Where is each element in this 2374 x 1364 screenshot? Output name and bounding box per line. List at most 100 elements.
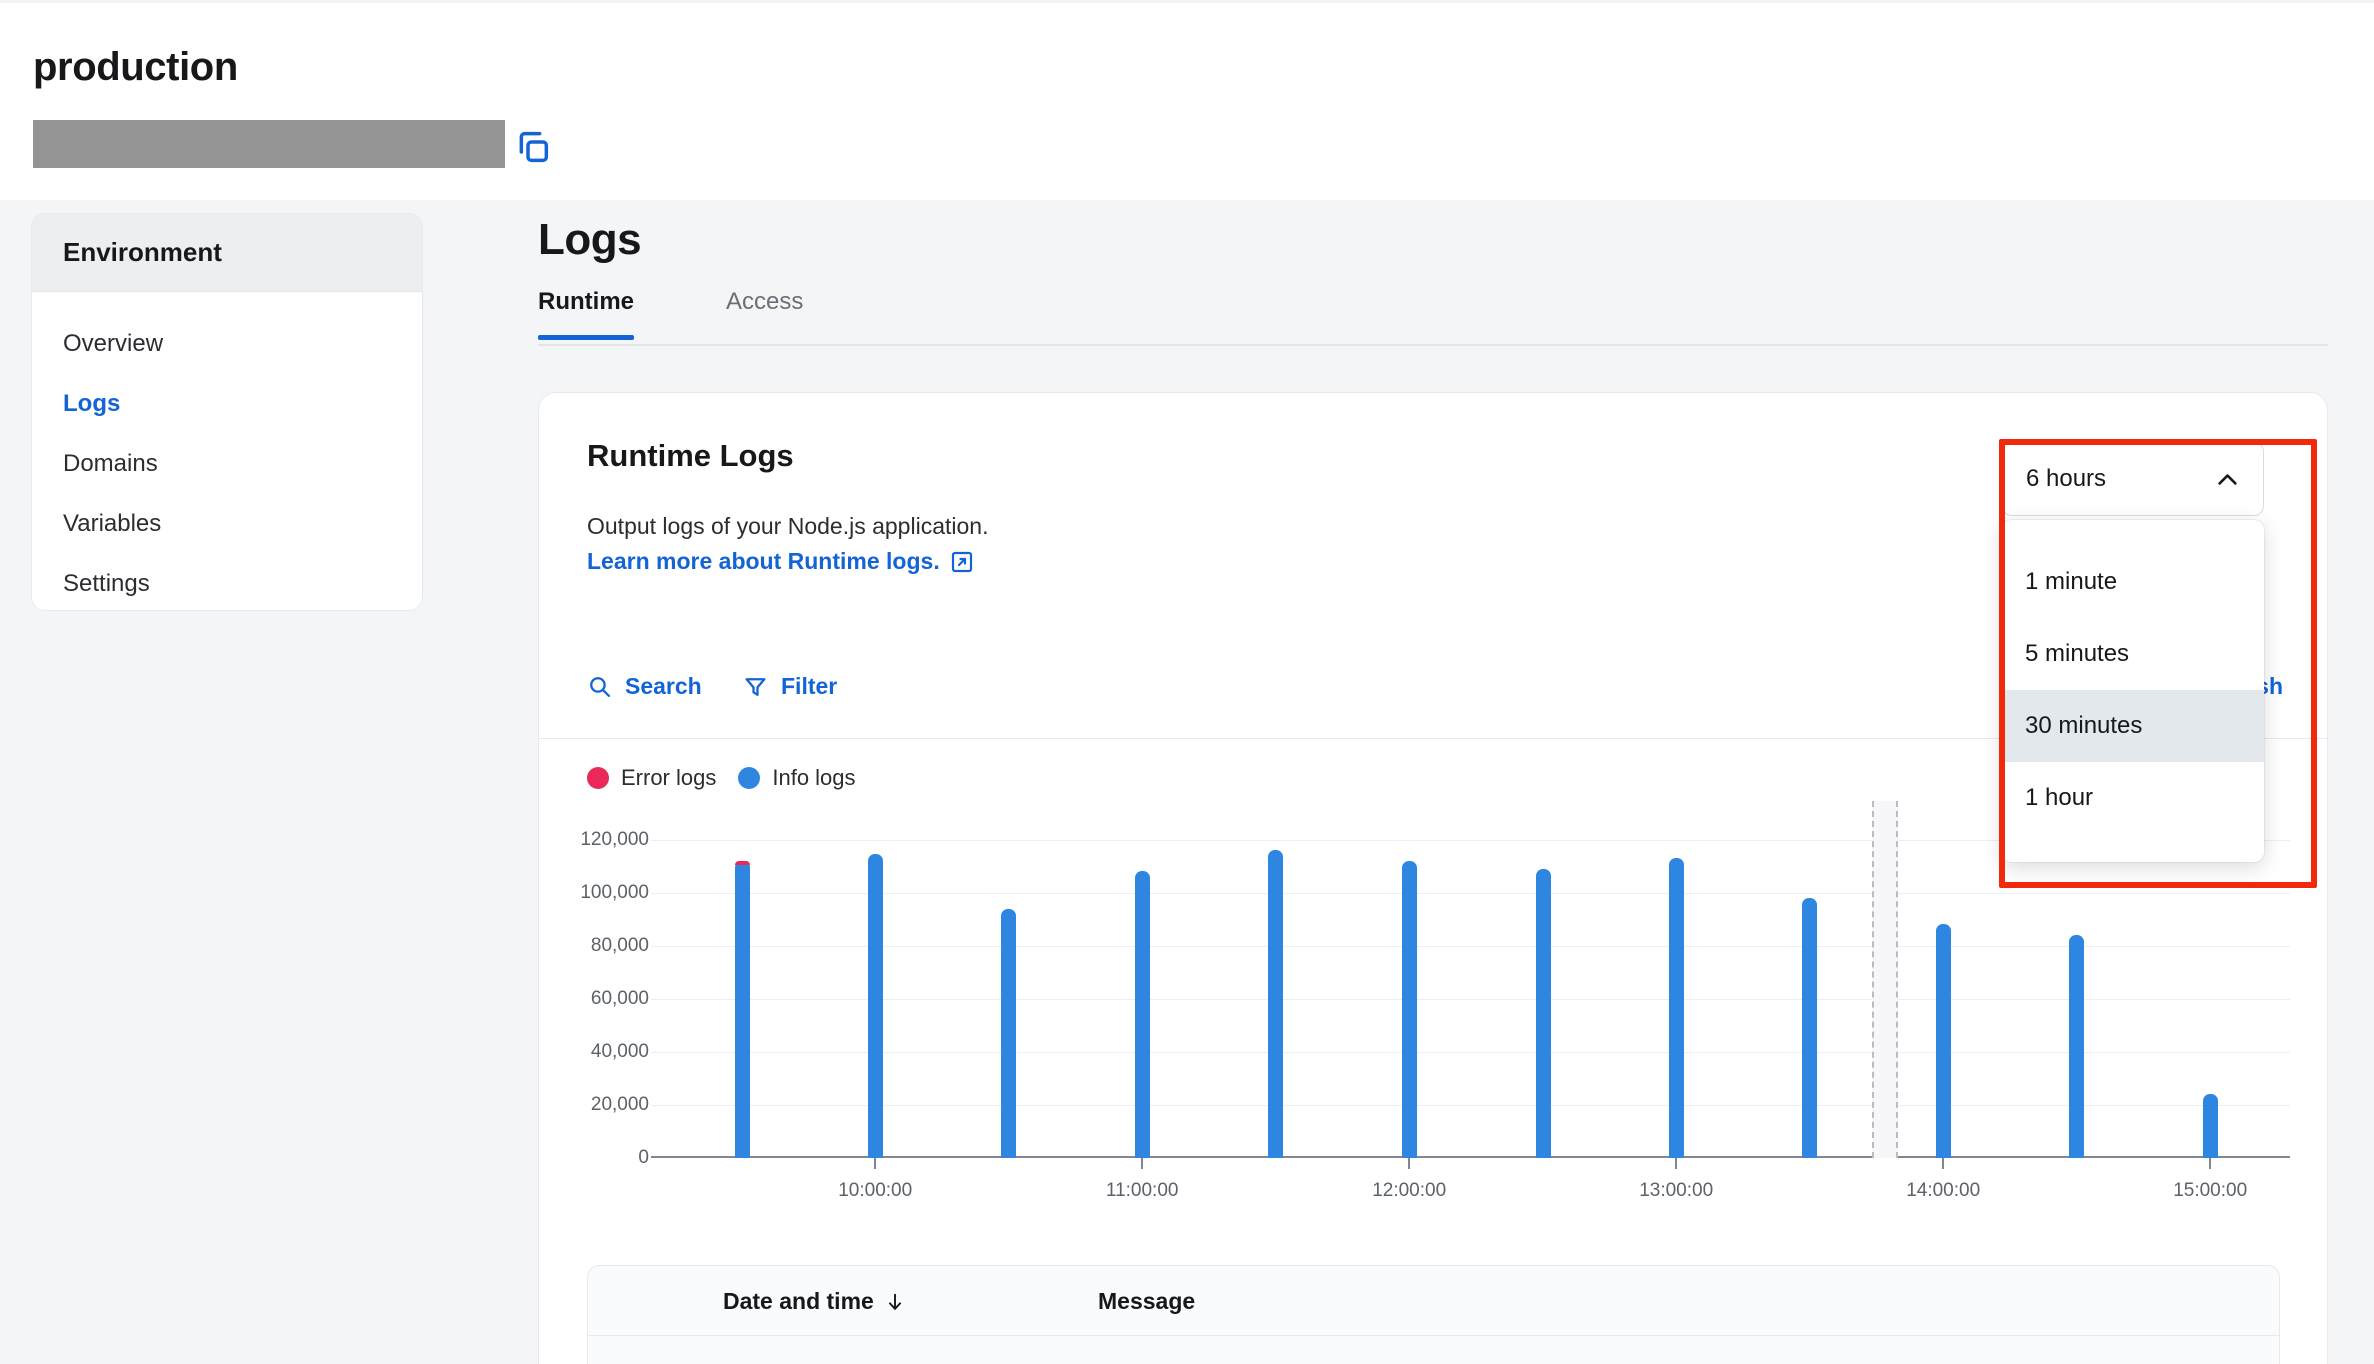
x-axis-line [651, 1156, 2290, 1158]
sidebar-item-overview[interactable]: Overview [32, 314, 422, 374]
tab-runtime[interactable]: Runtime [538, 288, 634, 340]
dropdown-option-30-minutes[interactable]: 30 minutes [2002, 690, 2264, 762]
search-label: Search [625, 673, 702, 699]
y-axis-labels: 0 20,000 40,000 60,000 80,000 100,000 120,000 [529, 813, 649, 1168]
x-axis-tick-label: 15:00:00 [2173, 1180, 2248, 1201]
chart-bar-error-segment [734, 860, 750, 865]
x-axis-tick [2209, 1158, 2212, 1169]
sidebar-item-label: Logs [63, 390, 121, 417]
chart-bar[interactable] [1936, 924, 1952, 1158]
tab-bar: Runtime Access [538, 288, 2328, 346]
x-axis-tick-label: 13:00:00 [1639, 1180, 1714, 1201]
x-axis-tick [1408, 1158, 1411, 1169]
time-range-selected-value: 6 hours [2026, 465, 2107, 492]
x-axis-tick [1141, 1158, 1144, 1169]
page-title: Logs [538, 215, 642, 264]
y-axis-tick-label: 120,000 [580, 828, 649, 850]
filter-icon [743, 674, 768, 699]
x-axis-tick [874, 1158, 877, 1169]
sidebar-item-label: Overview [63, 330, 164, 357]
gridline [651, 1104, 2290, 1106]
chart-bar[interactable] [2069, 935, 2085, 1158]
time-range-dropdown-toggle[interactable]: 6 hours [2002, 442, 2264, 516]
legend-label: Error logs [621, 765, 717, 790]
gridline [651, 998, 2290, 1000]
table-header-row: Date and time Message [588, 1266, 2279, 1336]
gridline [651, 1051, 2290, 1053]
column-header-label: Date and time [723, 1288, 874, 1314]
card-description: Output logs of your Node.js application. [587, 513, 989, 539]
sidebar-item-domains[interactable]: Domains [32, 434, 422, 494]
legend-item-error-logs[interactable]: Error logs [587, 765, 716, 791]
environment-sidebar: Environment Overview Logs Domains Variab… [31, 213, 423, 611]
search-icon [587, 674, 612, 699]
sidebar-nav: Overview Logs Domains Variables Settings [32, 292, 422, 610]
chart-bar[interactable] [734, 860, 750, 1158]
sidebar-header: Environment [32, 214, 422, 292]
y-axis-tick-label: 0 [638, 1147, 649, 1168]
sidebar-item-label: Domains [63, 450, 158, 477]
sidebar-item-logs[interactable]: Logs [32, 374, 422, 434]
dropdown-option-1-hour[interactable]: 1 hour [2002, 762, 2264, 834]
tab-label: Runtime [538, 288, 634, 315]
top-bar: production [0, 0, 2374, 200]
dropdown-option-5-minutes[interactable]: 5 minutes [2002, 618, 2264, 690]
sidebar-item-variables[interactable]: Variables [32, 494, 422, 554]
dropdown-option-label: 1 minute [2025, 568, 2118, 595]
y-axis-tick-label: 20,000 [590, 1093, 649, 1115]
dropdown-option-label: 1 hour [2025, 784, 2094, 811]
sidebar-item-label: Variables [63, 510, 162, 537]
x-axis-tick-label: 10:00:00 [838, 1180, 913, 1201]
learn-more-link[interactable]: Learn more about Runtime logs. [587, 548, 974, 575]
sidebar-item-label: Settings [63, 570, 150, 597]
column-header-date-and-time[interactable]: Date and time [723, 1288, 906, 1315]
tab-label: Access [726, 288, 804, 315]
arrow-down-icon [884, 1291, 906, 1313]
environment-title: production [33, 45, 238, 89]
chart-hover-marker [1872, 801, 1899, 1158]
chart-bar[interactable] [1535, 868, 1551, 1158]
tab-access[interactable]: Access [726, 288, 803, 338]
chart-bar[interactable] [1135, 871, 1151, 1158]
x-axis-tick [1942, 1158, 1945, 1169]
y-axis-tick-label: 100,000 [580, 881, 649, 903]
chart-bar[interactable] [1402, 860, 1418, 1158]
sidebar-header-label: Environment [63, 237, 222, 267]
card-title: Runtime Logs [587, 438, 794, 473]
gridline [651, 892, 2290, 894]
dropdown-option-label: 30 minutes [2025, 712, 2143, 739]
sidebar-item-settings[interactable]: Settings [32, 554, 422, 610]
x-axis-tick-label: 12:00:00 [1372, 1180, 1447, 1201]
legend-label: Info logs [772, 765, 856, 790]
search-button[interactable]: Search [587, 673, 702, 700]
logs-table: Date and time Message [587, 1265, 2280, 1364]
time-range-dropdown-menu: 1 minute 5 minutes 30 minutes 1 hour [2002, 520, 2264, 862]
chart-plot-area: 10:00:00 11:00:00 12:00:00 13:00:00 14:00:00… [651, 801, 2290, 1201]
time-range-dropdown: 6 hours 1 minute 5 minutes 30 minutes 1 … [2002, 442, 2264, 862]
column-header-label: Message [1098, 1288, 1196, 1314]
chart-bar[interactable] [1669, 858, 1685, 1158]
y-axis-tick-label: 80,000 [590, 934, 649, 956]
chevron-up-icon [2214, 466, 2241, 493]
filter-label: Filter [781, 673, 838, 699]
chart-bar[interactable] [2203, 1094, 2219, 1158]
x-axis-tick [1675, 1158, 1678, 1169]
chart-bar[interactable] [1001, 908, 1017, 1158]
chart-bar[interactable] [1268, 850, 1284, 1158]
external-link-icon [950, 550, 974, 574]
chart-legend: Error logs Info logs [587, 765, 856, 791]
legend-item-info-logs[interactable]: Info logs [738, 765, 856, 791]
legend-color-dot [738, 767, 761, 789]
chart-bar[interactable] [868, 854, 884, 1158]
filter-button[interactable]: Filter [743, 673, 837, 700]
dropdown-option-1-minute[interactable]: 1 minute [2002, 546, 2264, 618]
y-axis-tick-label: 60,000 [590, 987, 649, 1009]
copy-icon[interactable] [513, 127, 553, 167]
y-axis-tick-label: 40,000 [590, 1040, 649, 1062]
app-root: production Environment Overview Logs Dom… [0, 0, 2374, 1364]
column-header-message[interactable]: Message [1098, 1288, 1195, 1315]
learn-more-label: Learn more about Runtime logs. [587, 548, 940, 574]
redacted-value-bar [33, 120, 505, 168]
chart-bar[interactable] [1802, 897, 1818, 1158]
logs-bar-chart: 0 20,000 40,000 60,000 80,000 100,000 120,000 … [547, 801, 2322, 1213]
